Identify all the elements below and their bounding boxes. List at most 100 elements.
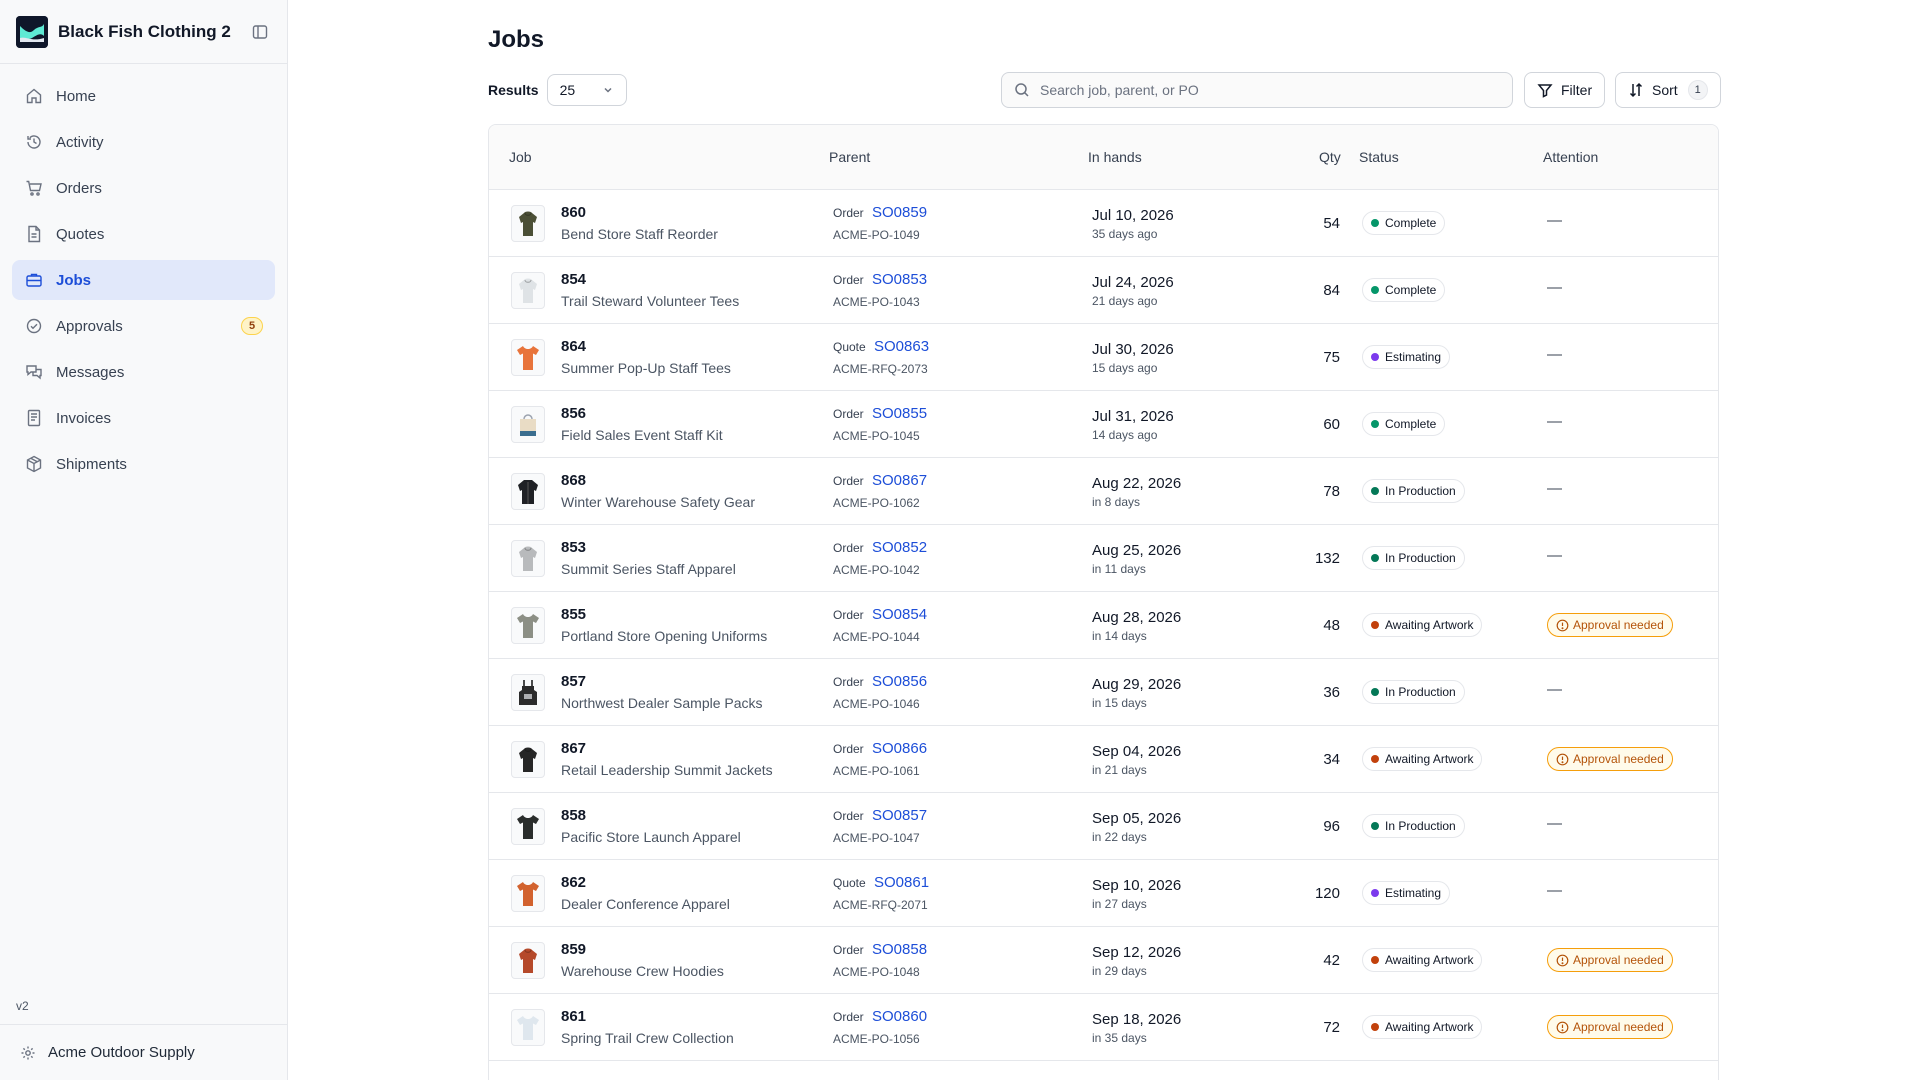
product-thumbnail	[511, 473, 545, 510]
sidebar-item-shipments[interactable]: Shipments	[12, 444, 275, 484]
column-header-parent[interactable]: Parent	[829, 149, 870, 165]
table-row[interactable]: 858 Pacific Store Launch Apparel Order SO08…	[489, 793, 1718, 860]
job-number[interactable]: 855	[561, 606, 586, 623]
table-row[interactable]: 854 Trail Steward Volunteer Tees Order SO08…	[489, 257, 1718, 324]
in-hands-date: Aug 25, 2026	[1092, 542, 1182, 559]
org-switcher[interactable]: Acme Outdoor Supply	[0, 1024, 287, 1080]
sidebar-item-label: Messages	[56, 363, 125, 381]
sort-button[interactable]: Sort 1	[1615, 72, 1721, 108]
table-row[interactable]: 859 Warehouse Crew Hoodies Order SO0858 ACME…	[489, 927, 1718, 994]
job-name: Winter Warehouse Safety Gear	[561, 494, 756, 510]
search-input[interactable]	[1040, 82, 1500, 98]
parent-link[interactable]: SO0861	[874, 874, 929, 891]
column-header-in-hands[interactable]: In hands	[1088, 149, 1142, 165]
chevron-down-icon	[602, 84, 614, 96]
job-name: Pacific Store Launch Apparel	[561, 829, 741, 845]
job-number[interactable]: 862	[561, 874, 586, 891]
status-dot	[1371, 1023, 1379, 1031]
product-thumbnail	[511, 875, 545, 912]
sidebar-item-approvals[interactable]: Approvals 5	[12, 306, 275, 346]
job-number[interactable]: 856	[561, 405, 586, 422]
table-row[interactable]: 861 Spring Trail Crew Collection Order SO08…	[489, 994, 1718, 1061]
table-row[interactable]: 864 Summer Pop-Up Staff Tees Quote SO0863 AC…	[489, 324, 1718, 391]
status-label: Awaiting Artwork	[1385, 618, 1474, 632]
job-number[interactable]: 860	[561, 204, 586, 221]
parent-link[interactable]: SO0852	[872, 539, 927, 556]
job-number[interactable]: 864	[561, 338, 586, 355]
parent-type: Order	[833, 407, 864, 421]
table-row[interactable]: 853 Summit Series Staff Apparel Order SO085…	[489, 525, 1718, 592]
parent-link[interactable]: SO0863	[874, 338, 929, 355]
in-hands-date: Sep 10, 2026	[1092, 877, 1182, 894]
table-row[interactable]: 862 Dealer Conference Apparel Quote SO0861 A…	[489, 860, 1718, 927]
job-number[interactable]: 858	[561, 807, 586, 824]
table-row[interactable]: 868 Winter Warehouse Safety Gear Order SO08…	[489, 458, 1718, 525]
job-number[interactable]: 861	[561, 1008, 586, 1025]
in-hands-relative: in 35 days	[1092, 1031, 1147, 1045]
cart-icon	[24, 178, 44, 198]
table-row[interactable]: 860 Bend Store Staff Reorder Order SO0859 AC…	[489, 190, 1718, 257]
parent-po: ACME-RFQ-2073	[833, 362, 928, 376]
column-header-attention[interactable]: Attention	[1543, 149, 1598, 165]
results-per-page-select[interactable]: 25	[546, 74, 627, 106]
quantity: 60	[1323, 416, 1340, 433]
brand-logo[interactable]	[16, 15, 48, 48]
column-header-qty[interactable]: Qty	[1319, 149, 1341, 165]
parent-type: Order	[833, 742, 864, 756]
filter-button[interactable]: Filter	[1524, 72, 1606, 108]
job-number[interactable]: 854	[561, 271, 586, 288]
parent-link[interactable]: SO0853	[872, 271, 927, 288]
sidebar-nav: Home Activity Orders Quotes Jobs Approvals 5 Me…	[0, 64, 287, 484]
job-number[interactable]: 857	[561, 673, 586, 690]
sidebar-item-orders[interactable]: Orders	[12, 168, 275, 208]
job-number[interactable]: 867	[561, 740, 586, 757]
parent-po: ACME-PO-1048	[833, 965, 920, 979]
parent-po: ACME-PO-1056	[833, 1032, 920, 1046]
status-label: In Production	[1385, 551, 1456, 565]
quantity: 72	[1323, 1019, 1340, 1036]
parent-link[interactable]: SO0854	[872, 606, 927, 623]
status-dot	[1371, 956, 1379, 964]
job-number[interactable]: 859	[561, 941, 586, 958]
approval-needed-badge[interactable]: Approval needed	[1547, 1015, 1673, 1039]
parent-type: Order	[833, 809, 864, 823]
sidebar-item-home[interactable]: Home	[12, 76, 275, 116]
approval-needed-badge[interactable]: Approval needed	[1547, 948, 1673, 972]
parent-po: ACME-PO-1061	[833, 764, 920, 778]
parent-link[interactable]: SO0860	[872, 1008, 927, 1025]
in-hands-relative: in 8 days	[1092, 495, 1141, 509]
in-hands-date: Sep 05, 2026	[1092, 810, 1182, 827]
parent-link[interactable]: SO0867	[872, 472, 927, 489]
search-field[interactable]	[1001, 72, 1513, 108]
table-row[interactable]: 856 Field Sales Event Staff Kit Order SO085…	[489, 391, 1718, 458]
job-number[interactable]: 868	[561, 472, 586, 489]
job-name: Bend Store Staff Reorder	[561, 226, 718, 242]
parent-link[interactable]: SO0855	[872, 405, 927, 422]
attention-empty: —	[1547, 882, 1562, 899]
results-label: Results	[488, 82, 539, 98]
parent-link[interactable]: SO0866	[872, 740, 927, 757]
in-hands-relative: in 29 days	[1092, 964, 1147, 978]
table-row[interactable]: 857 Northwest Dealer Sample Packs Order SO0…	[489, 659, 1718, 726]
sidebar-toggle-icon[interactable]	[249, 21, 271, 43]
alert-circle-icon	[1556, 954, 1569, 967]
table-row[interactable]: 855 Portland Store Opening Uniforms Order S…	[489, 592, 1718, 659]
approvals-count-badge: 5	[241, 317, 263, 335]
sidebar-item-activity[interactable]: Activity	[12, 122, 275, 162]
sidebar-item-jobs[interactable]: Jobs	[12, 260, 275, 300]
column-header-job[interactable]: Job	[509, 149, 532, 165]
table-row[interactable]: 867 Retail Leadership Summit Jackets Order…	[489, 726, 1718, 793]
status-dot	[1371, 286, 1379, 294]
status-badge: Complete	[1362, 412, 1446, 436]
parent-link[interactable]: SO0859	[872, 204, 927, 221]
approval-needed-badge[interactable]: Approval needed	[1547, 613, 1673, 637]
job-number[interactable]: 853	[561, 539, 586, 556]
approval-needed-badge[interactable]: Approval needed	[1547, 747, 1673, 771]
parent-link[interactable]: SO0858	[872, 941, 927, 958]
sidebar-item-messages[interactable]: Messages	[12, 352, 275, 392]
parent-link[interactable]: SO0857	[872, 807, 927, 824]
sidebar-item-invoices[interactable]: Invoices	[12, 398, 275, 438]
sidebar-item-quotes[interactable]: Quotes	[12, 214, 275, 254]
column-header-status[interactable]: Status	[1359, 149, 1399, 165]
parent-link[interactable]: SO0856	[872, 673, 927, 690]
